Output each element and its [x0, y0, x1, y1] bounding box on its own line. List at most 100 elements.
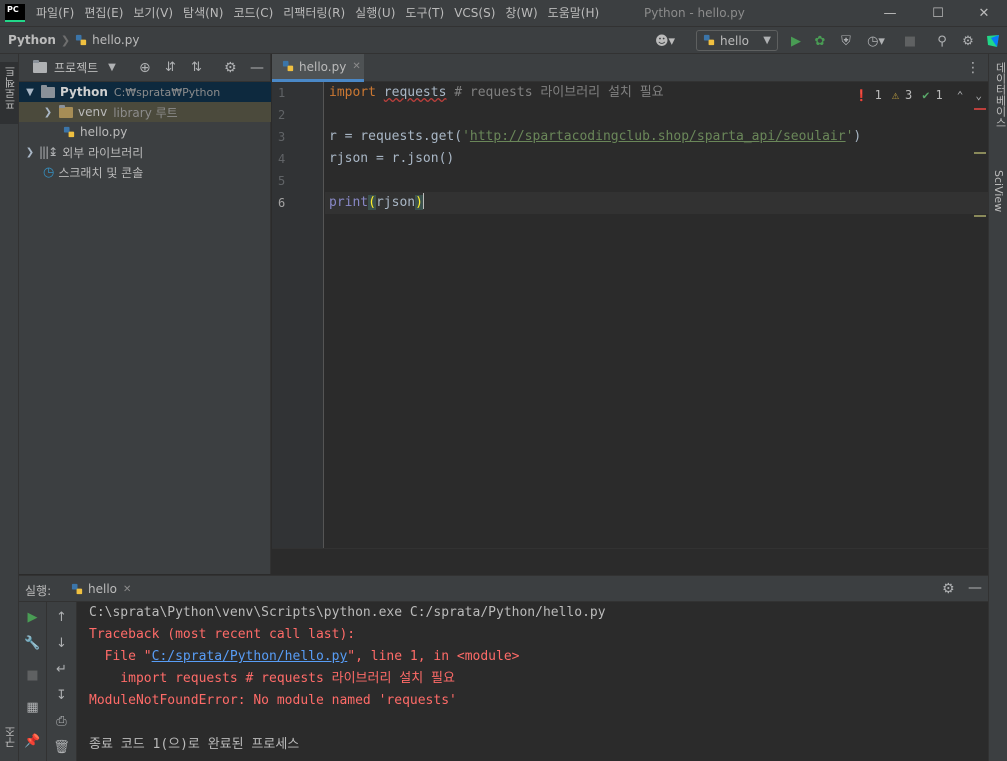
menu-item[interactable]: 코드(C): [228, 0, 278, 26]
hide-panel-icon[interactable]: —: [250, 60, 264, 76]
navigation-bar: Python ❯ hello.py ☻▾ hello ▼ ▶ ✿ ⛨ ◷▾ ■ …: [0, 26, 1007, 54]
arrow-down-icon[interactable]: ↓: [47, 632, 76, 654]
wrench-icon[interactable]: 🔧: [19, 632, 46, 654]
warning-icon: ⚠: [891, 88, 900, 102]
menu-item[interactable]: 파일(F): [31, 0, 79, 26]
database-tool-label: 데이터베이스: [994, 62, 1007, 128]
tab-hello-py[interactable]: hello.py ✕: [272, 54, 364, 82]
rerun-icon[interactable]: ▶: [19, 606, 46, 628]
project-tool-button[interactable]: 프로젝트: [0, 62, 18, 124]
editor-bottom-area: [272, 548, 988, 574]
soft-wrap-icon[interactable]: ↵: [47, 658, 76, 680]
code-text: r = requests.get(: [329, 129, 463, 144]
tree-root-path: C:₩sprata₩Python: [113, 85, 221, 99]
python-file-icon: [282, 60, 294, 72]
menu-item[interactable]: 편집(E): [79, 0, 128, 26]
arrow-up-icon[interactable]: ↑: [47, 606, 76, 628]
chevron-down-icon[interactable]: ⌄: [975, 89, 982, 102]
tree-item-hello-py[interactable]: hello.py: [19, 122, 271, 142]
tree-item-scratches[interactable]: ◷ 스크래치 및 콘솔: [19, 162, 271, 182]
menu-item[interactable]: VCS(S): [449, 0, 500, 26]
breadcrumb: Python ❯ hello.py: [0, 27, 139, 53]
collapse-all-icon[interactable]: ⇅: [191, 60, 202, 75]
layout-icon[interactable]: ▦: [19, 696, 46, 718]
gear-icon[interactable]: ⚙: [224, 60, 237, 76]
code-comment: # requests 라이브러리 설치 필요: [446, 85, 664, 100]
coverage-icon[interactable]: ⛨: [838, 33, 854, 49]
chevron-up-icon[interactable]: ⌃: [957, 89, 964, 102]
breadcrumb-file[interactable]: hello.py: [92, 33, 139, 47]
tree-scratches: 스크래치 및 콘솔: [58, 165, 144, 180]
python-file-icon: [63, 126, 75, 137]
user-dropdown-icon[interactable]: ☻▾: [653, 33, 677, 49]
line-number: 3: [278, 130, 286, 144]
tree-external-libs: 외부 라이브러리: [62, 145, 144, 160]
menu-item[interactable]: 리팩터링(R): [278, 0, 350, 26]
chevron-right-icon[interactable]: ❯: [41, 107, 55, 118]
sciview-tool-button[interactable]: SciView: [989, 170, 1007, 230]
maximize-icon[interactable]: ☐: [915, 0, 961, 26]
pycharm-logo-icon: PC: [5, 4, 25, 22]
hide-panel-icon[interactable]: —: [968, 580, 982, 596]
close-tab-icon[interactable]: ✕: [352, 61, 360, 72]
scroll-to-end-icon[interactable]: ↧: [47, 684, 76, 706]
menu-item[interactable]: 탐색(N): [178, 0, 228, 26]
string-url[interactable]: http://spartacodingclub.shop/sparta_api/…: [470, 129, 846, 144]
weak-warning-icon: ✔: [922, 88, 930, 102]
pin-icon[interactable]: 📌: [19, 730, 46, 752]
run-console[interactable]: C:\sprata\Python\venv\Scripts\python.exe…: [77, 602, 988, 761]
project-panel-title[interactable]: 프로젝트: [54, 59, 98, 76]
menu-item[interactable]: 보기(V): [128, 0, 178, 26]
code-line-4: rjson = r.json(): [329, 151, 455, 166]
minimize-icon[interactable]: —: [867, 0, 913, 26]
chevron-right-icon[interactable]: ❯: [23, 147, 37, 158]
inspection-widget[interactable]: ❗ 1 ⚠ 3 ✔ 1 ⌃ ⌄: [855, 88, 982, 102]
profile-icon[interactable]: ◷▾: [862, 33, 890, 49]
project-panel: 프로젝트 ▼ ⊕ ⇵ ⇅ ⚙ — ▼ Python C:₩sprata₩Pyth…: [19, 54, 271, 574]
string-quote: ': [462, 129, 470, 144]
run-config-selector[interactable]: hello ▼: [696, 30, 778, 51]
menu-item[interactable]: 도구(T): [400, 0, 449, 26]
chevron-down-icon[interactable]: ▼: [108, 62, 116, 73]
error-stripe-marker[interactable]: [974, 108, 986, 110]
trash-icon[interactable]: 🗑: [47, 736, 76, 758]
locate-icon[interactable]: ⊕: [139, 60, 151, 76]
warning-stripe-marker[interactable]: [974, 215, 986, 217]
toolbox-icon[interactable]: [985, 33, 1001, 49]
search-icon[interactable]: ⚲: [934, 33, 950, 49]
warning-stripe-marker[interactable]: [974, 152, 986, 154]
code-editor[interactable]: import requests # requests 라이브러리 설치 필요 r…: [325, 82, 988, 548]
console-file-link[interactable]: C:/sprata/Python/hello.py: [152, 649, 348, 664]
tree-item-venv[interactable]: ❯ venv library 루트: [19, 102, 271, 122]
window-title: Python - hello.py: [644, 6, 745, 20]
run-panel-label: 실행:: [25, 584, 52, 598]
expand-all-icon[interactable]: ⇵: [165, 60, 176, 75]
main-menu: 파일(F) 편집(E) 보기(V) 탐색(N) 코드(C) 리팩터링(R) 실행(U) 도구(…: [31, 0, 604, 26]
stop-icon[interactable]: ■: [902, 33, 918, 49]
close-tab-icon[interactable]: ✕: [123, 584, 131, 595]
print-icon[interactable]: ⎙: [47, 710, 76, 732]
chevron-down-icon[interactable]: ▼: [23, 87, 37, 98]
tree-root-python[interactable]: ▼ Python C:₩sprata₩Python: [19, 82, 271, 102]
run-tab-hello[interactable]: hello ✕: [63, 576, 141, 602]
close-window-icon[interactable]: ✕: [961, 0, 1007, 26]
run-toolbar-secondary: ↑ ↓ ↵ ↧ ⎙ 🗑: [47, 602, 77, 761]
gear-icon[interactable]: ⚙: [942, 581, 955, 597]
stop-icon[interactable]: ■: [19, 664, 46, 686]
project-tool-label: 프로젝트: [4, 66, 17, 110]
menu-item[interactable]: 도움말(H): [543, 0, 605, 26]
run-icon[interactable]: ▶: [788, 33, 804, 49]
breadcrumb-project[interactable]: Python: [8, 33, 56, 47]
menu-item[interactable]: 실행(U): [350, 0, 400, 26]
console-traceback-file: File "C:/sprata/Python/hello.py", line 1…: [89, 646, 520, 668]
more-tabs-icon[interactable]: ⋮: [966, 60, 980, 76]
run-toolbar-primary: ▶ 🔧 ■ ▦ 📌: [19, 602, 47, 761]
tree-item-external-libraries[interactable]: ❯ |||↨ 외부 라이브러리: [19, 142, 271, 162]
database-tool-button[interactable]: 데이터베이스: [989, 62, 1007, 152]
structure-tool-button[interactable]: 구조: [0, 724, 18, 754]
menu-item[interactable]: 창(W): [500, 0, 542, 26]
settings-icon[interactable]: ⚙: [960, 33, 976, 49]
debug-icon[interactable]: ✿: [812, 33, 828, 49]
text-caret: [422, 193, 424, 209]
run-panel-header: 실행: hello ✕ ⚙ —: [19, 575, 988, 602]
